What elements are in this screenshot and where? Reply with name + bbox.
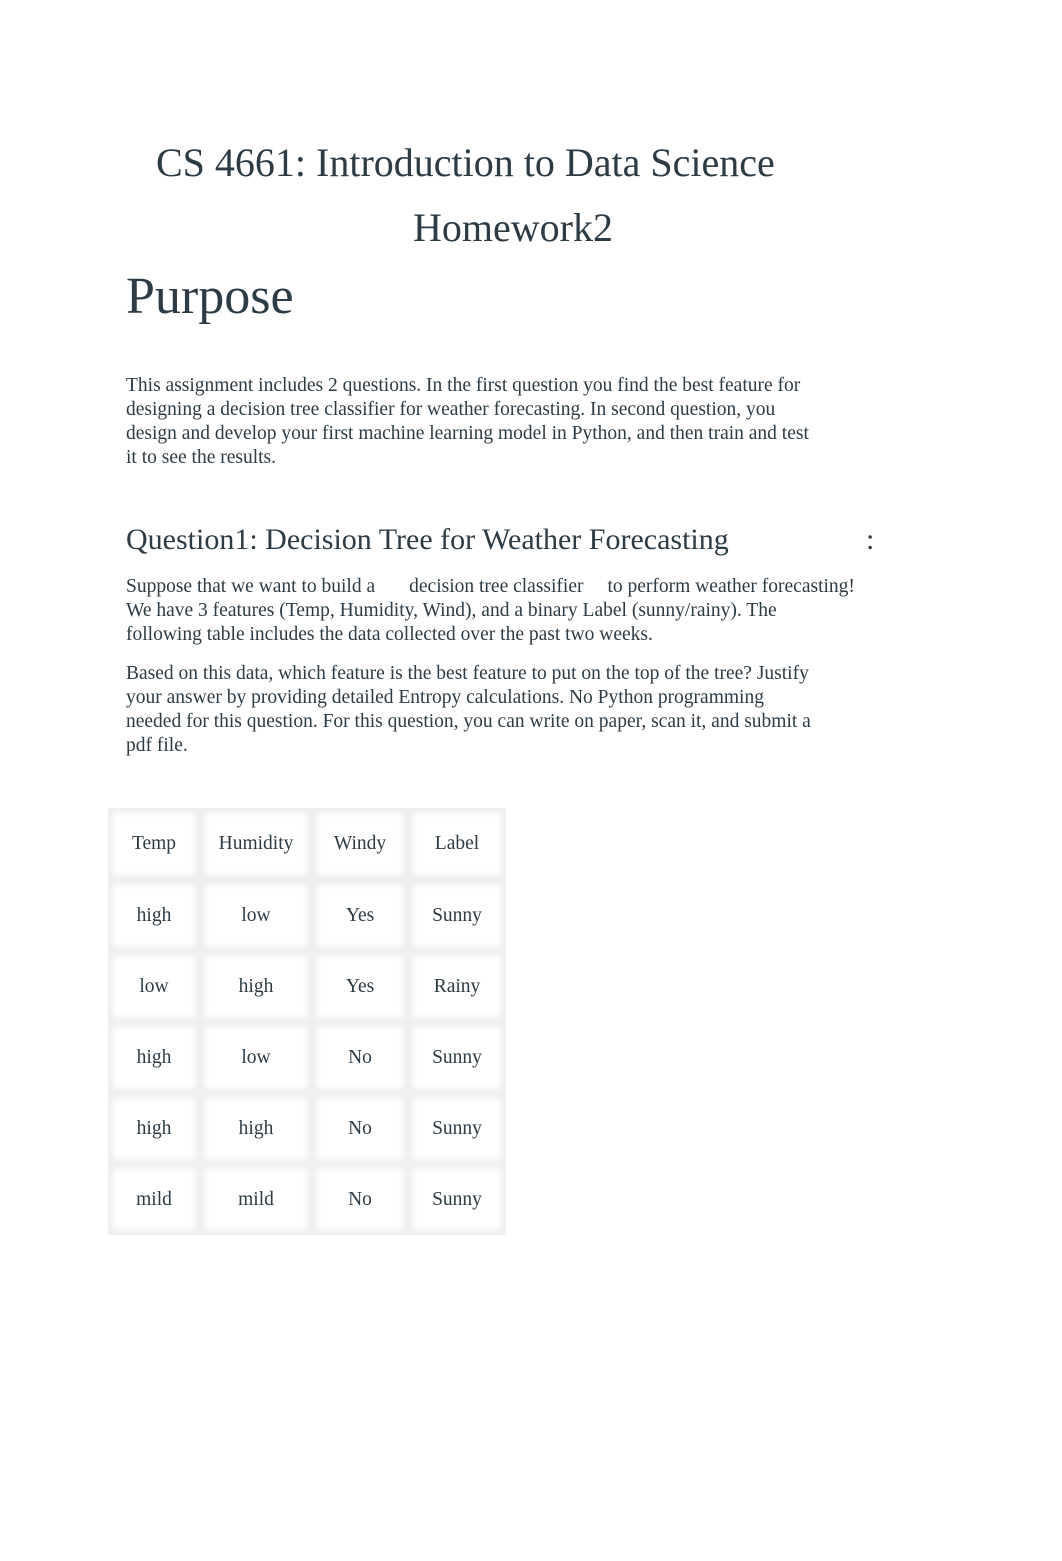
table-row: high low Yes Sunny — [108, 880, 506, 951]
purpose-line: design and develop your first machine le… — [126, 423, 809, 444]
question1-task-line: your answer by providing detailed Entrop… — [126, 687, 764, 708]
table-cell: No — [312, 1164, 408, 1235]
table-cell: low — [200, 880, 312, 951]
table-cell: high — [108, 1093, 200, 1164]
table-cell: mild — [108, 1164, 200, 1235]
table-cell: low — [108, 951, 200, 1022]
table-cell: Yes — [312, 880, 408, 951]
table-cell: mild — [200, 1164, 312, 1235]
table-cell: high — [108, 1022, 200, 1093]
weather-data-table: Temp Humidity Windy Label high low Yes S… — [108, 808, 506, 1235]
table-cell: Sunny — [408, 1022, 506, 1093]
table-cell: Yes — [312, 951, 408, 1022]
table-cell: Rainy — [408, 951, 506, 1022]
intro-text: Suppose that we want to build a — [126, 576, 376, 597]
table-cell: high — [108, 880, 200, 951]
table-cell: No — [312, 1022, 408, 1093]
purpose-line: designing a decision tree classifier for… — [126, 399, 776, 420]
document-title: CS 4661: Introduction to Data Science — [156, 140, 775, 185]
question1-task-paragraph: Based on this data, which feature is the… — [126, 662, 811, 758]
table-cell: Sunny — [408, 1093, 506, 1164]
question1-heading: Question1: Decision Tree for Weather For… — [126, 523, 729, 556]
purpose-paragraph: This assignment includes 2 questions. In… — [126, 374, 809, 470]
intro-text: to perform weather forecasting! — [607, 576, 855, 597]
question1-task-line: needed for this question. For this quest… — [126, 711, 811, 732]
header-cell-windy: Windy — [312, 808, 408, 880]
table-row: low high Yes Rainy — [108, 951, 506, 1022]
question1-task-line: Based on this data, which feature is the… — [126, 663, 809, 684]
table-row: high low No Sunny — [108, 1022, 506, 1093]
table-cell: Sunny — [408, 880, 506, 951]
table-header-row: Temp Humidity Windy Label — [108, 808, 506, 880]
document-subtitle: Homework2 — [413, 205, 613, 250]
table-cell: No — [312, 1093, 408, 1164]
header-cell-humidity: Humidity — [200, 808, 312, 880]
purpose-line: it to see the results. — [126, 447, 277, 468]
table-cell: low — [200, 1022, 312, 1093]
question1-intro-paragraph: Suppose that we want to build a decision … — [126, 575, 855, 647]
header-cell-temp: Temp — [108, 808, 200, 880]
question1-task-line: pdf file. — [126, 735, 188, 756]
table-row: mild mild No Sunny — [108, 1164, 506, 1235]
table-row: high high No Sunny — [108, 1093, 506, 1164]
question1-intro-line: We have 3 features (Temp, Humidity, Wind… — [126, 600, 777, 621]
table-cell: Sunny — [408, 1164, 506, 1235]
weather-table: Temp Humidity Windy Label high low Yes S… — [108, 808, 506, 1235]
purpose-heading: Purpose — [126, 268, 294, 325]
purpose-line: This assignment includes 2 questions. In… — [126, 375, 801, 396]
intro-term: decision tree classifier — [409, 576, 584, 597]
question1-intro-line: following table includes the data collec… — [126, 624, 653, 645]
table-cell: high — [200, 1093, 312, 1164]
header-cell-label: Label — [408, 808, 506, 880]
question1-heading-colon: : — [866, 523, 875, 556]
question1-intro-line: Suppose that we want to build a decision … — [126, 575, 855, 599]
table-cell: high — [200, 951, 312, 1022]
